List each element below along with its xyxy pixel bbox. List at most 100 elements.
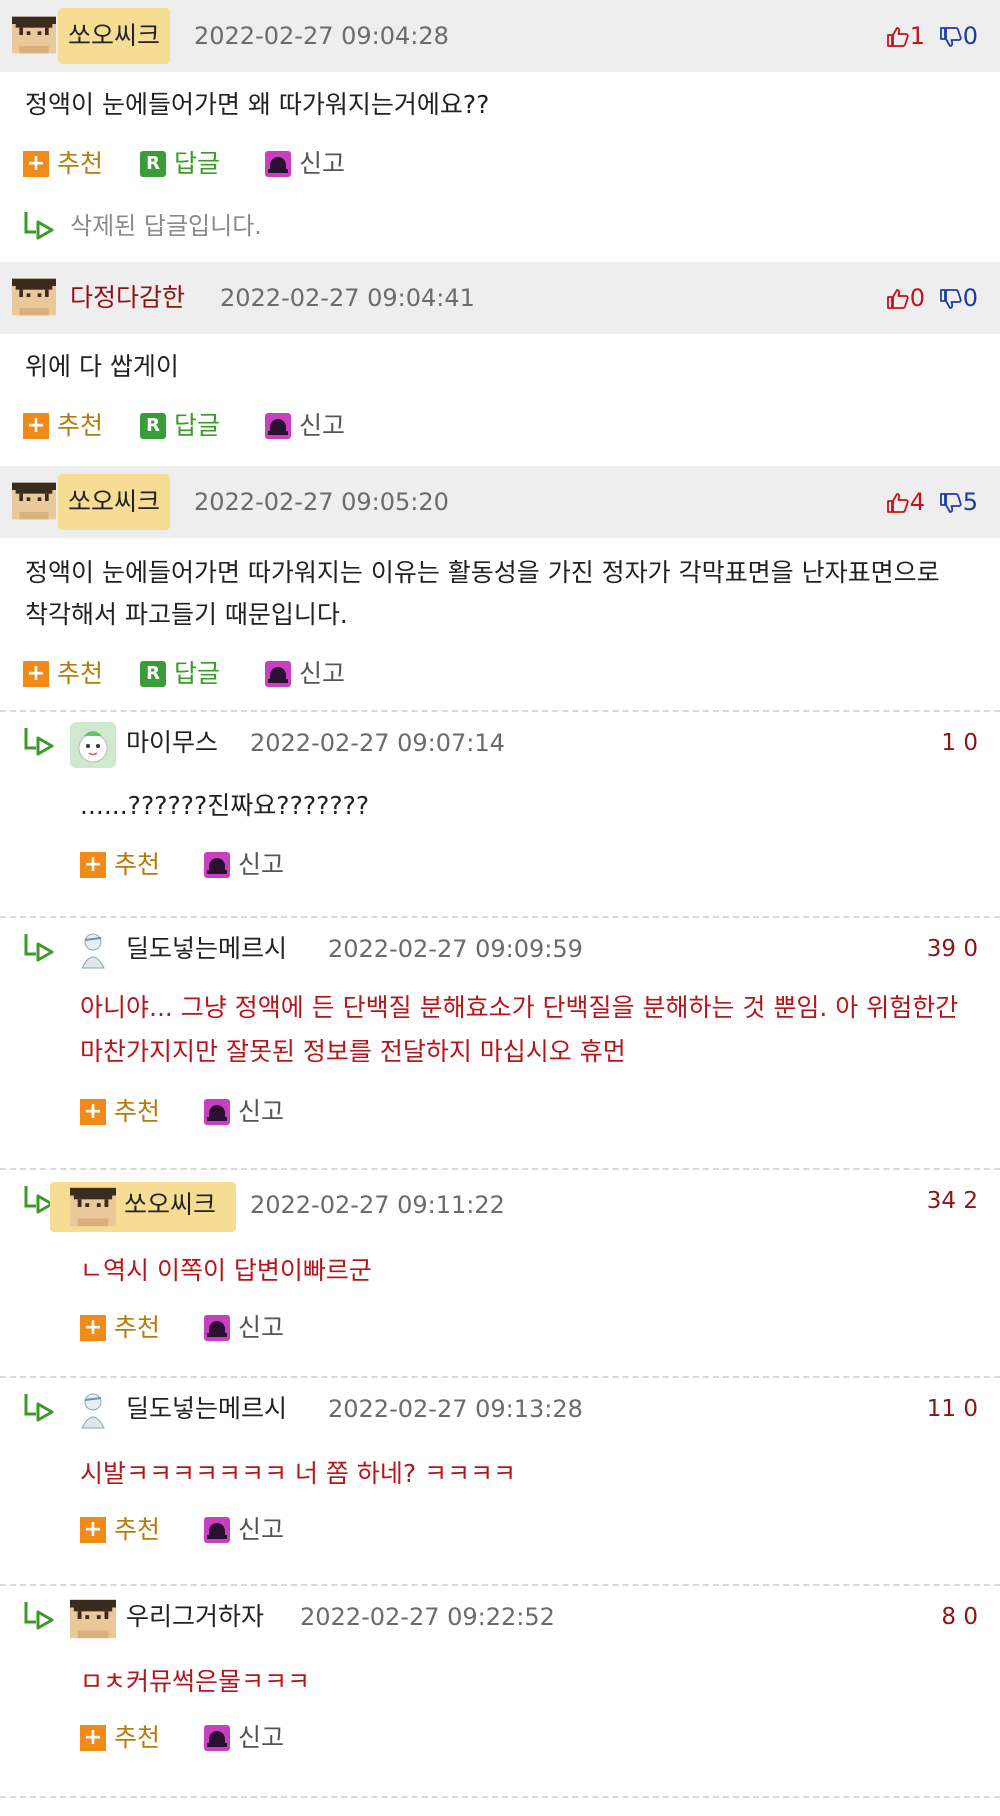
avatar[interactable] <box>70 1388 116 1434</box>
recommend-label: 추천 <box>114 1097 161 1126</box>
reply-text: 아니야... 그냥 정액에 든 단백질 분해효소가 단백질을 분해하는 것 뿐임… <box>80 993 959 1066</box>
report-label: 신고 <box>238 1515 285 1544</box>
avatar[interactable] <box>70 722 116 768</box>
report-button[interactable]: 신고 <box>204 1718 284 1758</box>
report-button[interactable]: 신고 <box>204 1308 284 1348</box>
comment-nickname[interactable]: 다정다감한 <box>70 262 185 334</box>
reply-r-icon: R <box>140 413 166 439</box>
comment-actions: + 추천 R 답글 신고 <box>0 144 1000 190</box>
reply-item: 딜도넣는메르시 2022-02-27 09:13:28 11 0 시발ㅋㅋㅋㅋㅋ… <box>0 1376 1000 1584</box>
report-button[interactable]: 신고 <box>265 406 345 446</box>
avatar[interactable] <box>70 928 116 974</box>
reply-date: 2022-02-27 09:22:52 <box>300 1603 555 1631</box>
report-button[interactable]: 신고 <box>265 654 345 694</box>
reply-text: 시발ㅋㅋㅋㅋㅋㅋㅋ 너 쫌 하네? ㅋㅋㅋㅋ <box>80 1459 517 1488</box>
report-button[interactable]: 신고 <box>204 845 284 885</box>
plus-icon: + <box>80 1099 106 1125</box>
reply-header: 딜도넣는메르시 2022-02-27 09:09:59 39 0 <box>0 918 1000 980</box>
comment-nickname[interactable]: 쏘오씨크 <box>58 474 171 530</box>
recommend-button[interactable]: + 추천 <box>80 1308 160 1348</box>
recommend-label: 추천 <box>57 659 104 688</box>
avatar[interactable] <box>12 275 56 319</box>
reply-arrow-icon <box>22 210 56 240</box>
comment-date: 2022-02-27 09:04:28 <box>194 22 449 50</box>
report-label: 신고 <box>299 411 346 440</box>
report-button[interactable]: 신고 <box>204 1092 284 1132</box>
report-label: 신고 <box>238 1723 285 1752</box>
report-button[interactable]: 신고 <box>204 1510 284 1550</box>
reply-label: 답글 <box>174 659 221 688</box>
reply-item: 쏘오씨크 2022-02-27 09:11:22 34 2 ㄴ역시 이쪽이 답변… <box>0 1168 1000 1376</box>
thumbs-down-icon[interactable] <box>939 287 963 311</box>
avatar[interactable] <box>12 479 56 523</box>
reply-actions: + 추천 신고 <box>0 1508 1000 1562</box>
deleted-reply-text: 삭제된 답글입니다. <box>70 212 262 240</box>
thumbs-up-icon[interactable] <box>886 287 910 311</box>
reply-label: 답글 <box>174 149 221 178</box>
recommend-button[interactable]: + 추천 <box>80 845 160 885</box>
downvote-count: 0 <box>962 22 978 50</box>
reply-nickname[interactable]: 마이무스 <box>126 712 218 774</box>
comment-header: 쏘오씨크 2022-02-27 09:04:28 1 0 <box>0 0 1000 72</box>
reply-r-icon: R <box>140 151 166 177</box>
report-label: 신고 <box>299 659 346 688</box>
avatar[interactable] <box>70 1184 116 1230</box>
reply-item: 우리그거하자 2022-02-27 09:22:52 8 0 ㅁㅊ커뮤썩은물ㅋㅋ… <box>0 1584 1000 1796</box>
reply-header: 우리그거하자 2022-02-27 09:22:52 8 0 <box>0 1586 1000 1648</box>
recommend-label: 추천 <box>114 1313 161 1342</box>
plus-icon: + <box>80 852 106 878</box>
plus-icon: + <box>80 1517 106 1543</box>
upvote-count: 0 <box>909 284 926 312</box>
reply-nickname[interactable]: 우리그거하자 <box>126 1586 264 1648</box>
reply-r-icon: R <box>140 661 166 687</box>
reply-nickname[interactable]: 쏘오씨크 <box>124 1174 216 1236</box>
reply-votes: 34 2 <box>926 1188 978 1214</box>
siren-icon <box>204 1315 230 1341</box>
reply-arrow-icon <box>22 932 56 962</box>
reply-votes: 11 0 <box>926 1396 978 1422</box>
reply-nickname[interactable]: 딜도넣는메르시 <box>126 918 287 980</box>
reply-button[interactable]: R 답글 <box>140 654 220 694</box>
comment-text: 정액이 눈에들어가면 따가워지는 이유는 활동성을 가진 정자가 각막표면을 난… <box>25 558 940 629</box>
reply-text: ㄴ역시 이쪽이 답변이빠르군 <box>80 1256 372 1285</box>
recommend-button[interactable]: + 추천 <box>23 406 103 446</box>
recommend-button[interactable]: + 추천 <box>23 654 103 694</box>
recommend-button[interactable]: + 추천 <box>80 1718 160 1758</box>
avatar[interactable] <box>70 1596 116 1642</box>
reply-button[interactable]: R 답글 <box>140 144 220 184</box>
report-button[interactable]: 신고 <box>265 144 345 184</box>
reply-text: ㅁㅊ커뮤썩은물ㅋㅋㅋ <box>80 1667 311 1696</box>
recommend-button[interactable]: + 추천 <box>80 1510 160 1550</box>
comment-nickname[interactable]: 쏘오씨크 <box>58 8 171 64</box>
avatar[interactable] <box>12 13 56 57</box>
reply-arrow-icon <box>22 1392 56 1422</box>
thumbs-down-icon[interactable] <box>939 491 963 515</box>
reply-votes: 39 0 <box>926 936 978 962</box>
recommend-label: 추천 <box>57 411 104 440</box>
reply-date: 2022-02-27 09:11:22 <box>250 1191 505 1219</box>
upvote-count: 1 <box>909 22 926 50</box>
plus-icon: + <box>23 413 49 439</box>
reply-label: 답글 <box>174 411 221 440</box>
recommend-button[interactable]: + 추천 <box>80 1092 160 1132</box>
reply-header: 딜도넣는메르시 2022-02-27 09:13:28 11 0 <box>0 1378 1000 1440</box>
recommend-button[interactable]: + 추천 <box>23 144 103 184</box>
reply-actions: + 추천 신고 <box>0 838 1000 892</box>
recommend-label: 추천 <box>57 149 104 178</box>
recommend-label: 추천 <box>114 850 161 879</box>
plus-icon: + <box>23 661 49 687</box>
thumbs-down-icon[interactable] <box>939 25 963 49</box>
siren-icon <box>265 151 291 177</box>
recommend-label: 추천 <box>114 1515 161 1544</box>
downvote-count: 5 <box>962 488 978 516</box>
thumbs-up-icon[interactable] <box>886 491 910 515</box>
comment-header: 다정다감한 2022-02-27 09:04:41 0 0 <box>0 262 1000 334</box>
reply-nickname[interactable]: 딜도넣는메르시 <box>126 1378 287 1440</box>
reply-button[interactable]: R 답글 <box>140 406 220 446</box>
reply-item: 딜도넣는메르시 2022-02-27 09:09:59 39 0 아니야... … <box>0 916 1000 1168</box>
reply-actions: + 추천 신고 <box>0 1090 1000 1144</box>
siren-icon <box>204 1517 230 1543</box>
comment-text: 위에 다 쌉게이 <box>25 352 179 381</box>
thumbs-up-icon[interactable] <box>886 25 910 49</box>
plus-icon: + <box>80 1725 106 1751</box>
